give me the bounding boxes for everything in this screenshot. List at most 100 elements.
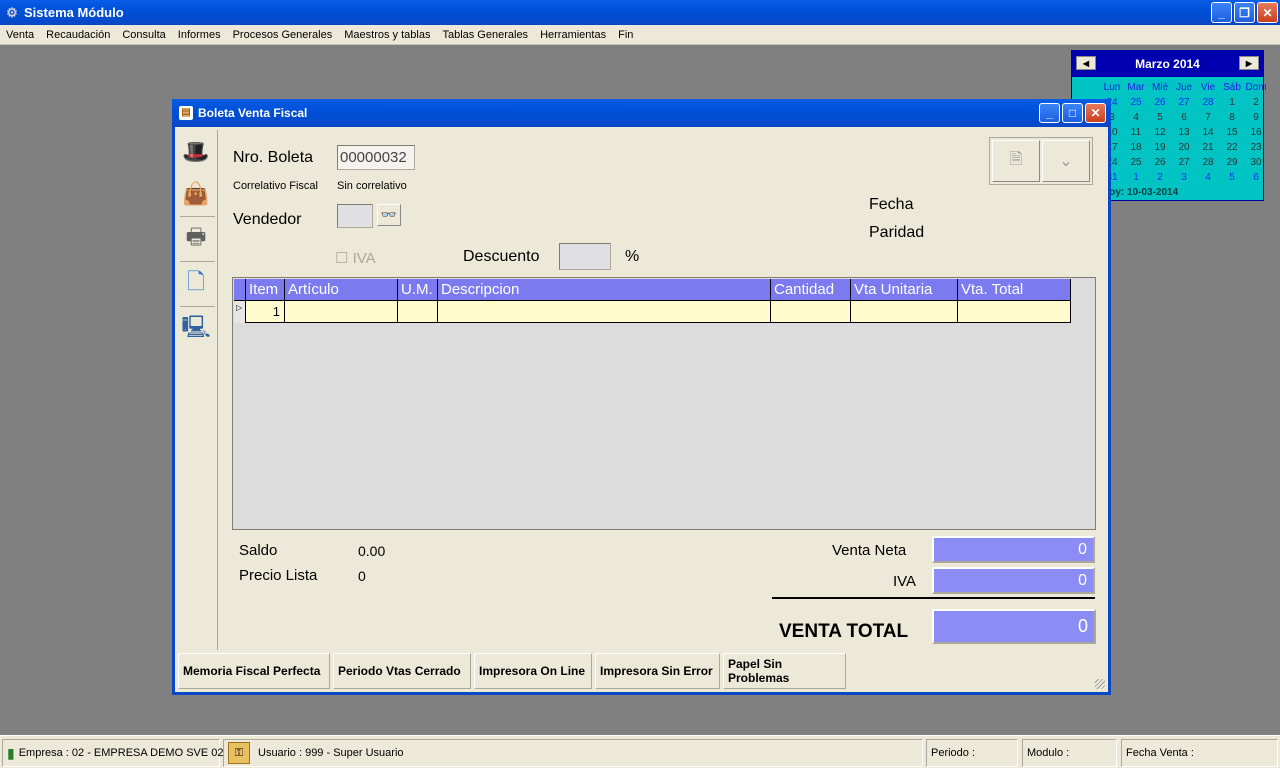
col-vta-total[interactable]: Vta. Total: [958, 279, 1071, 301]
calendar-day[interactable]: 12: [1148, 125, 1172, 140]
dialog-minimize-button[interactable]: _: [1039, 103, 1060, 123]
vendedor-field[interactable]: [337, 204, 373, 228]
calendar-day[interactable]: 1: [1124, 170, 1148, 185]
descuento-field[interactable]: [559, 243, 611, 270]
menu-procesos-generales[interactable]: Procesos Generales: [227, 29, 339, 41]
calendar-day[interactable]: 14: [1196, 125, 1220, 140]
menu-venta[interactable]: Venta: [0, 29, 40, 41]
iva-checkbox[interactable]: ☐ IVA: [335, 249, 376, 267]
statusbar-modulo: Modulo :: [1022, 739, 1117, 767]
calendar-today[interactable]: Hoy: 10-03-2014: [1102, 187, 1178, 198]
calendar-day[interactable]: 15: [1220, 125, 1244, 140]
menu-consulta[interactable]: Consulta: [116, 29, 171, 41]
status-impresora-online[interactable]: Impresora On Line: [474, 653, 592, 689]
calendar-day[interactable]: 13: [1172, 125, 1196, 140]
usuario-text: Usuario : 999 - Super Usuario: [258, 747, 404, 759]
calendar-day[interactable]: 8: [1220, 110, 1244, 125]
calendar-day[interactable]: 20: [1172, 140, 1196, 155]
menu-tablas-generales[interactable]: Tablas Generales: [436, 29, 534, 41]
calendar-day[interactable]: 3: [1172, 170, 1196, 185]
calendar-day[interactable]: 28: [1196, 155, 1220, 170]
col-item[interactable]: Item: [246, 279, 285, 301]
calendar-day[interactable]: 26: [1148, 155, 1172, 170]
calendar-day[interactable]: 7: [1196, 110, 1220, 125]
precio-lista-label: Precio Lista: [239, 567, 318, 584]
menu-recaudacion[interactable]: Recaudación: [40, 29, 116, 41]
app-titlebar: ⚙ Sistema Módulo _ ❐ ✕: [0, 0, 1280, 25]
calendar-day[interactable]: 27: [1172, 95, 1196, 110]
calendar-day[interactable]: 23: [1244, 140, 1268, 155]
dialog-maximize-button[interactable]: □: [1062, 103, 1083, 123]
calendar-day[interactable]: 30: [1244, 155, 1268, 170]
dialog-close-button[interactable]: ✕: [1085, 103, 1106, 123]
calendar-day[interactable]: 5: [1220, 170, 1244, 185]
calendar-day[interactable]: 6: [1172, 110, 1196, 125]
calendar-day[interactable]: 9: [1244, 110, 1268, 125]
confirm-button[interactable]: ⌄: [1042, 140, 1090, 182]
nro-boleta-field[interactable]: 00000032: [337, 145, 415, 170]
calendar-day[interactable]: 11: [1124, 125, 1148, 140]
cell-vta-unitaria[interactable]: [851, 301, 958, 323]
calendar-next-button[interactable]: ▶: [1239, 56, 1259, 70]
calendar-day[interactable]: 6: [1244, 170, 1268, 185]
calendar-day[interactable]: 18: [1124, 140, 1148, 155]
restore-button[interactable]: ❐: [1234, 2, 1255, 23]
calendar-day[interactable]: 2: [1148, 170, 1172, 185]
venta-total-label: VENTA TOTAL: [779, 621, 909, 642]
col-articulo[interactable]: Artículo: [285, 279, 398, 301]
row-pointer-icon: ▷: [236, 303, 243, 312]
col-vta-unitaria[interactable]: Vta Unitaria: [851, 279, 958, 301]
calendar-day[interactable]: 25: [1124, 95, 1148, 110]
saldo-value: 0.00: [358, 543, 386, 559]
menu-maestros-tablas[interactable]: Maestros y tablas: [338, 29, 436, 41]
calendar-day[interactable]: 2: [1244, 95, 1268, 110]
calendar-day[interactable]: 16: [1244, 125, 1268, 140]
menu-informes[interactable]: Informes: [172, 29, 227, 41]
statusbar: ▮ Empresa : 02 - EMPRESA DEMO SVE 02 ⚿ U…: [0, 735, 1280, 768]
cell-cantidad[interactable]: [771, 301, 851, 323]
calendar-day[interactable]: 21: [1196, 140, 1220, 155]
col-um[interactable]: U.M.: [398, 279, 438, 301]
calendar-day[interactable]: 26: [1148, 95, 1172, 110]
cell-um[interactable]: [398, 301, 438, 323]
printer-icon[interactable]: 🖶: [178, 219, 214, 259]
status-impresora-sin-error[interactable]: Impresora Sin Error: [595, 653, 720, 689]
calendar-day[interactable]: 22: [1220, 140, 1244, 155]
menu-herramientas[interactable]: Herramientas: [534, 29, 612, 41]
percent-label: %: [625, 248, 640, 265]
col-descripcion[interactable]: Descripcion: [438, 279, 771, 301]
calendar-day[interactable]: 1: [1220, 95, 1244, 110]
new-document-icon[interactable]: 🗋: [178, 264, 214, 304]
calendar-day[interactable]: 4: [1196, 170, 1220, 185]
close-button[interactable]: ✕: [1257, 2, 1278, 23]
col-cantidad[interactable]: Cantidad: [771, 279, 851, 301]
status-periodo-vtas[interactable]: Periodo Vtas Cerrado: [333, 653, 471, 689]
calendar-day[interactable]: 19: [1148, 140, 1172, 155]
status-papel[interactable]: Papel Sin Problemas: [723, 653, 846, 689]
status-memoria-fiscal[interactable]: Memoria Fiscal Perfecta: [178, 653, 330, 689]
table-row[interactable]: 1: [246, 301, 1071, 323]
resize-grip[interactable]: [1095, 679, 1105, 689]
minimize-button[interactable]: _: [1211, 2, 1232, 23]
fecha-label: Fecha: [869, 196, 914, 213]
document-button[interactable]: 🗎: [992, 140, 1040, 182]
items-grid[interactable]: ▷ Item Artículo U.M. Descripcion Cantida…: [232, 277, 1096, 530]
computer-icon[interactable]: 🖳: [178, 309, 214, 349]
cell-articulo[interactable]: [285, 301, 398, 323]
calendar-day[interactable]: 4: [1124, 110, 1148, 125]
calendar-day[interactable]: 29: [1220, 155, 1244, 170]
precio-lista-value: 0: [358, 568, 366, 584]
menu-fin[interactable]: Fin: [612, 29, 639, 41]
bag-icon[interactable]: 👜: [178, 174, 214, 214]
calendar-day[interactable]: 5: [1148, 110, 1172, 125]
calendar-prev-button[interactable]: ◀: [1076, 56, 1096, 70]
calendar-day[interactable]: 25: [1124, 155, 1148, 170]
calendar-day[interactable]: 28: [1196, 95, 1220, 110]
menubar: Venta Recaudación Consulta Informes Proc…: [0, 25, 1280, 45]
cell-item[interactable]: 1: [246, 301, 285, 323]
cell-descripcion[interactable]: [438, 301, 771, 323]
hat-icon[interactable]: 🎩: [178, 132, 214, 172]
cell-vta-total[interactable]: [958, 301, 1071, 323]
binoculars-icon[interactable]: 👓: [377, 204, 401, 226]
calendar-day[interactable]: 27: [1172, 155, 1196, 170]
